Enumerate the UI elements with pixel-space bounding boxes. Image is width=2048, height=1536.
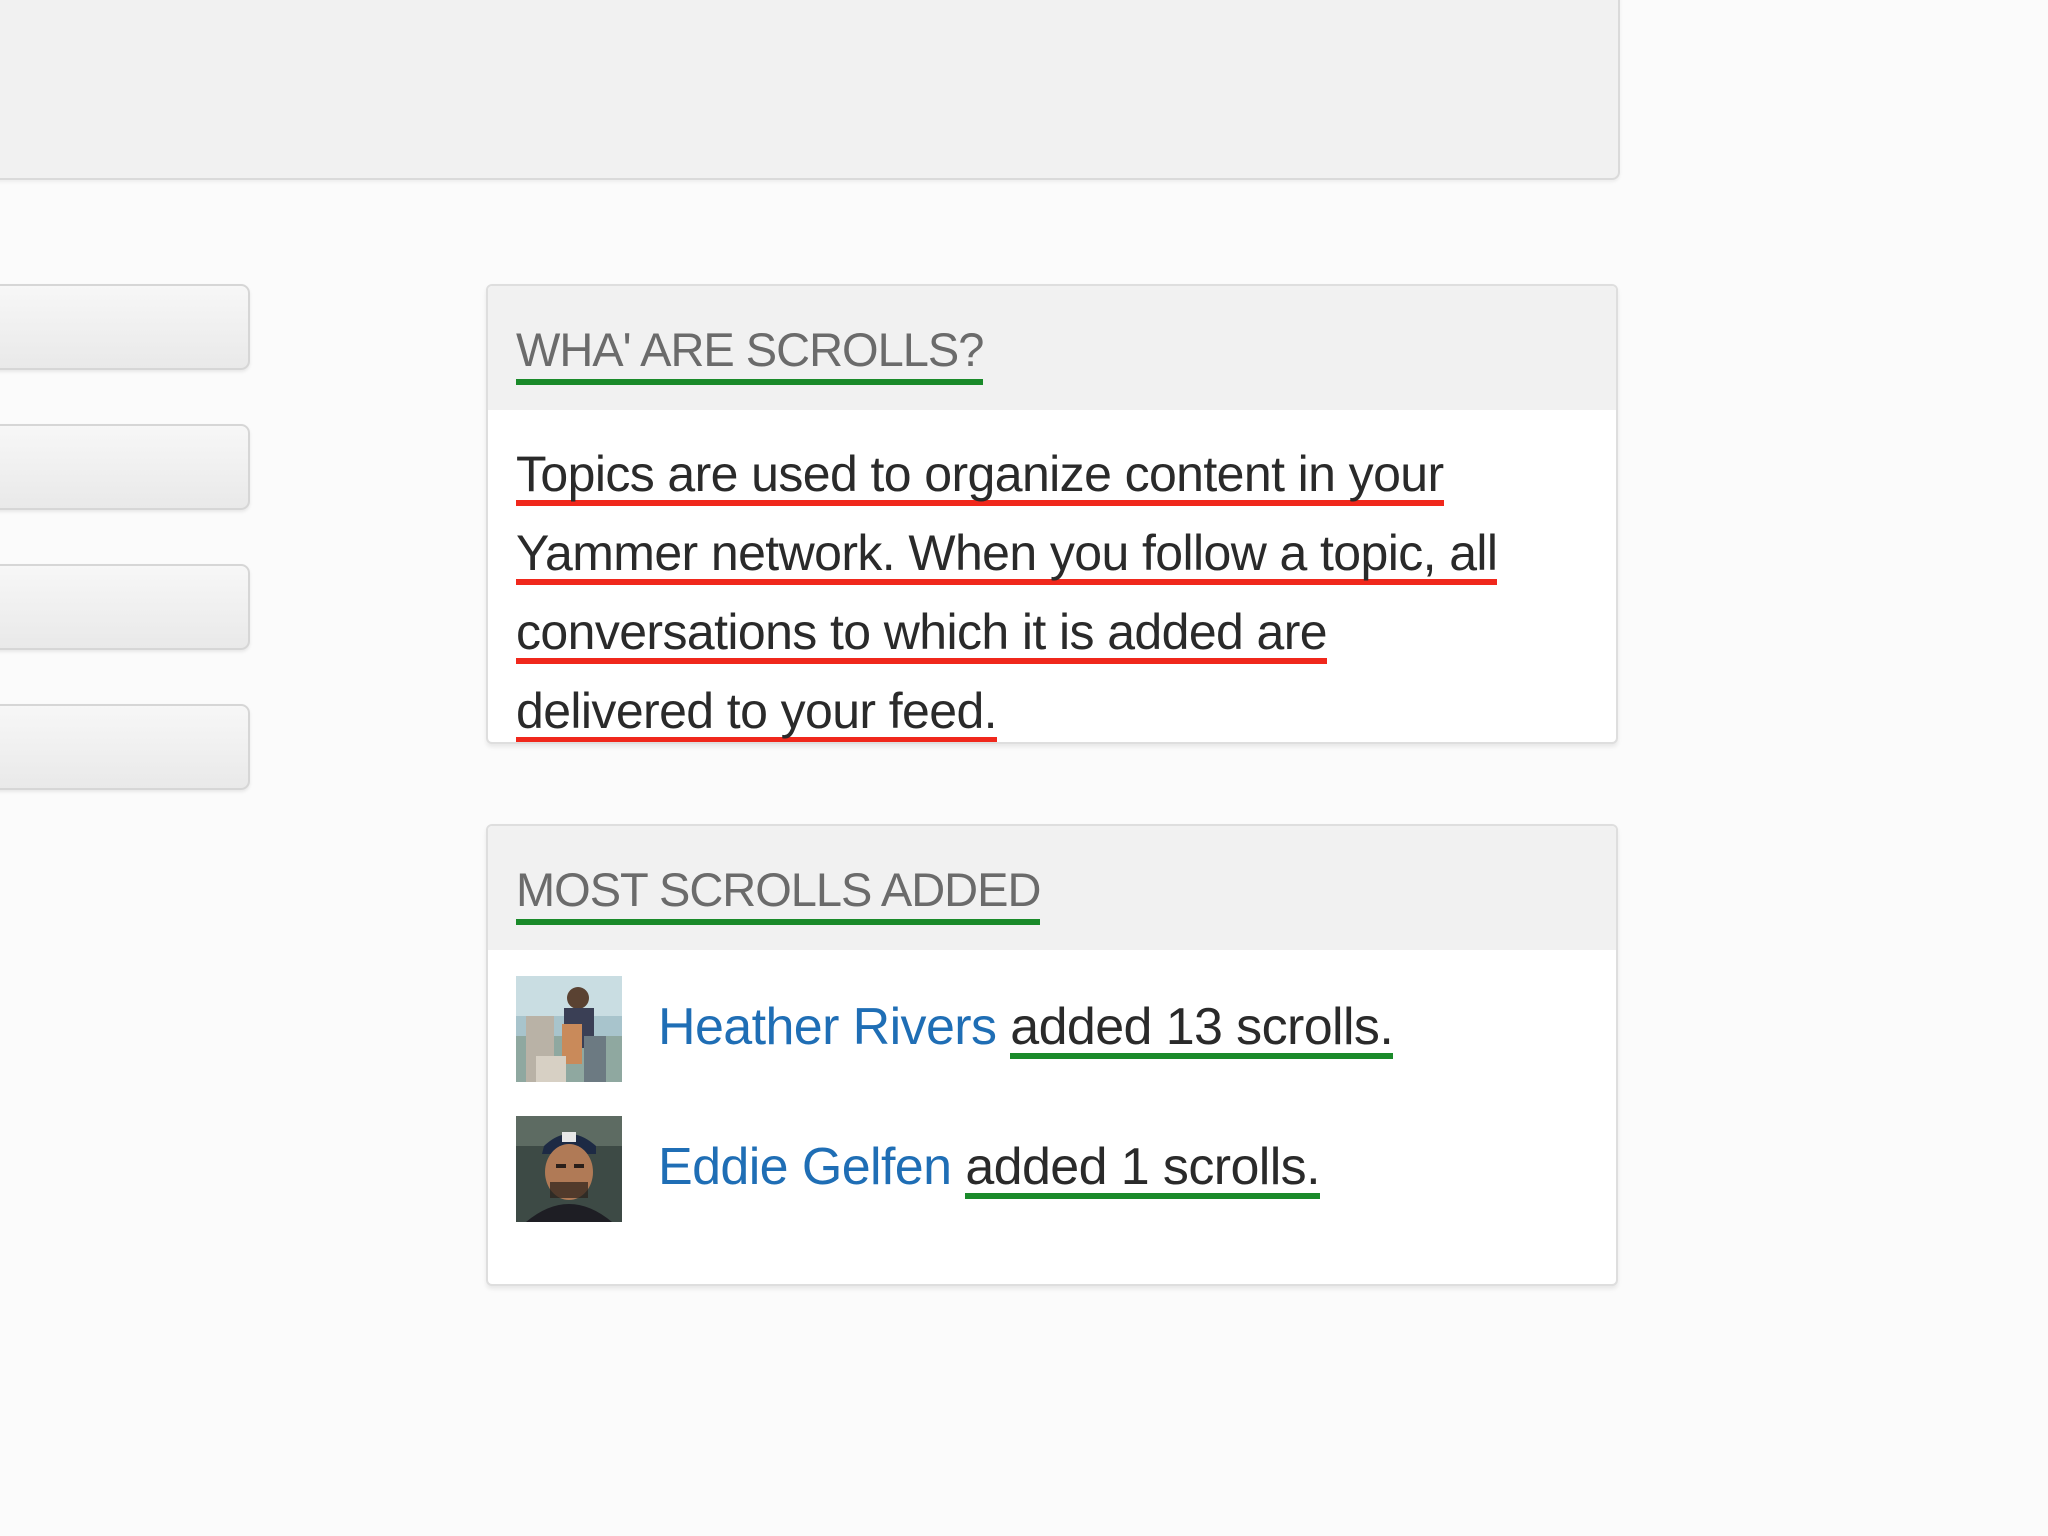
contributor-stat: added 13 scrolls.	[1010, 1001, 1394, 1059]
contributor-summary: Heather Rivers added 13 scrolls.	[658, 998, 1394, 1059]
contributor-row: Eddie Gelfen added 1 scrolls.	[516, 1116, 1596, 1222]
contributor-summary: Eddie Gelfen added 1 scrolls.	[658, 1138, 1321, 1199]
avatar-photo-2	[516, 1116, 622, 1222]
header-panel	[0, 0, 1620, 180]
top-contributors-card: MOST SCROLLS ADDED Heather Rivers added …	[486, 824, 1618, 1286]
about-description-line: Yammer network. When you follow a topic,…	[516, 527, 1498, 585]
avatar[interactable]	[516, 976, 622, 1082]
about-card-title: WHA' ARE SCROLLS?	[516, 326, 984, 385]
about-card-header: WHA' ARE SCROLLS?	[488, 286, 1616, 410]
about-description: Topics are used to organize content in y…	[516, 439, 1596, 742]
about-description-line: Topics are used to organize content in y…	[516, 448, 1444, 506]
sidebar-nav-button-3[interactable]	[0, 564, 250, 650]
contributor-row: Heather Rivers added 13 scrolls.	[516, 976, 1596, 1082]
sidebar-nav-button-2[interactable]	[0, 424, 250, 510]
about-scrolls-card: WHA' ARE SCROLLS? Topics are used to org…	[486, 284, 1618, 744]
about-description-line: delivered to your feed.	[516, 685, 998, 742]
sidebar-nav-button-4[interactable]	[0, 704, 250, 790]
avatar-photo-1	[516, 976, 622, 1082]
top-contributors-title: MOST SCROLLS ADDED	[516, 866, 1041, 925]
contributor-stat: added 1 scrolls.	[965, 1141, 1321, 1199]
avatar[interactable]	[516, 1116, 622, 1222]
top-contributors-header: MOST SCROLLS ADDED	[488, 826, 1616, 950]
sidebar-nav-button-1[interactable]	[0, 284, 250, 370]
about-description-line: conversations to which it is added are	[516, 606, 1328, 664]
contributor-name-link[interactable]: Heather Rivers	[658, 998, 997, 1056]
contributor-name-link[interactable]: Eddie Gelfen	[658, 1138, 952, 1196]
